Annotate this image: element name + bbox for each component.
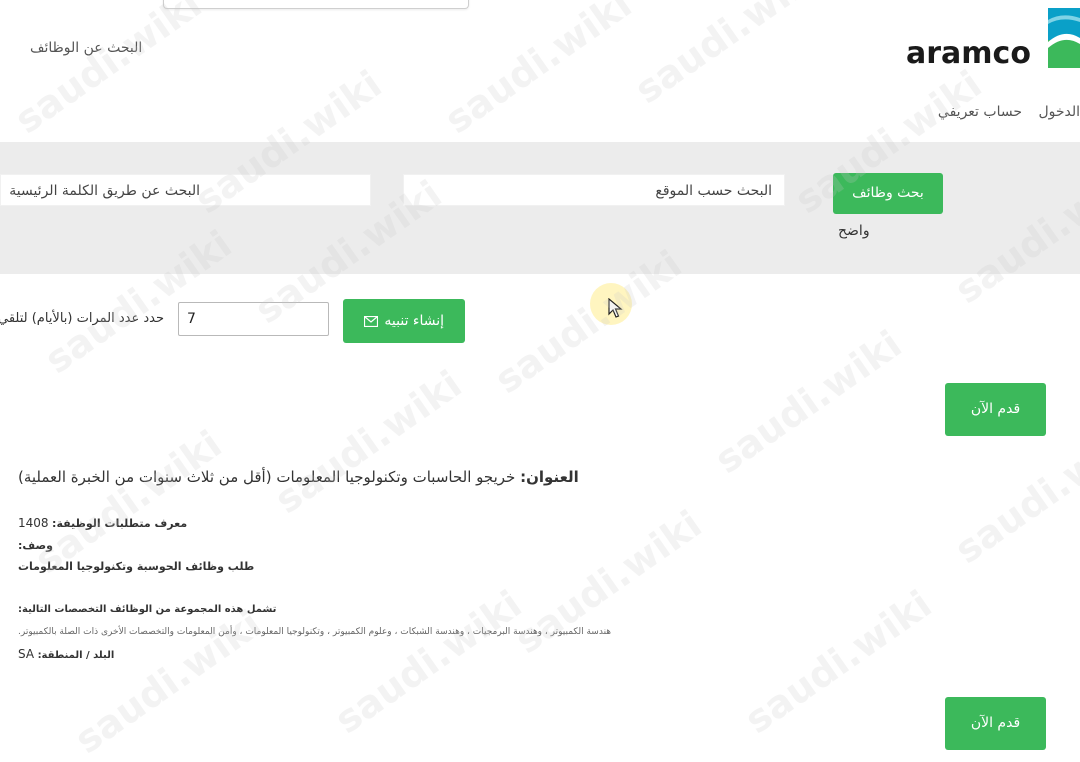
- location-search-input[interactable]: البحث حسب الموقع: [403, 174, 785, 206]
- watermark: saudi.wiki: [326, 581, 530, 743]
- includes-label: تشمل هذه المجموعة من الوظائف التخصصات ال…: [18, 604, 277, 615]
- aramco-logo[interactable]: aramco: [906, 8, 1080, 71]
- country-label: البلد / المنطقة:: [37, 650, 115, 661]
- profile-link[interactable]: حساب تعريفي: [938, 104, 1022, 120]
- job-country: البلد / المنطقة: SA: [18, 647, 114, 661]
- alert-frequency-label: حدد عدد المرات (بالأيام) لتلقي: [0, 311, 165, 326]
- top-nav: الدخول حساب تعريفي: [926, 104, 1080, 120]
- clear-link[interactable]: واضح: [838, 223, 870, 239]
- job-title[interactable]: العنوان: خريجو الحاسبات وتكنولوجيا المعل…: [18, 468, 579, 486]
- job-req-id: معرف متطلبات الوظيفة: 1408: [18, 516, 187, 530]
- aramco-logo-mark: [1048, 8, 1080, 68]
- top-dropdown[interactable]: [163, 0, 469, 9]
- logo-text: aramco: [906, 36, 1031, 71]
- create-alert-button[interactable]: إنشاء تنبيه: [343, 299, 465, 343]
- watermark: saudi.wiki: [6, 0, 210, 143]
- description-label: وصف:: [18, 539, 53, 552]
- job-title-label: العنوان:: [520, 468, 579, 486]
- job-search-link[interactable]: البحث عن الوظائف: [30, 40, 142, 56]
- keyword-search-input[interactable]: البحث عن طريق الكلمة الرئيسية: [0, 174, 371, 206]
- mouse-cursor-icon: [608, 298, 623, 318]
- envelope-icon: [363, 315, 379, 327]
- create-alert-label: إنشاء تنبيه: [384, 313, 445, 329]
- watermark: saudi.wiki: [26, 421, 230, 583]
- job-title-text: خريجو الحاسبات وتكنولوجيا المعلومات (أقل…: [18, 468, 516, 486]
- watermark: saudi.wiki: [506, 501, 710, 663]
- watermark: saudi.wiki: [436, 0, 640, 143]
- watermark: saudi.wiki: [736, 581, 940, 743]
- watermark: saudi.wiki: [626, 0, 830, 113]
- req-id-label: معرف متطلبات الوظيفة:: [52, 517, 188, 530]
- login-link[interactable]: الدخول: [1038, 104, 1080, 120]
- apply-now-button[interactable]: قدم الآن: [945, 383, 1046, 436]
- watermark: saudi.wiki: [706, 321, 910, 483]
- country-value: SA: [18, 647, 35, 661]
- apply-now-button-2[interactable]: قدم الآن: [945, 697, 1046, 750]
- job-description: طلب وظائف الحوسبة وتكنولوجيا المعلومات: [18, 560, 255, 573]
- req-id-value: 1408: [18, 516, 49, 530]
- watermark: saudi.wiki: [66, 601, 270, 762]
- watermark: saudi.wiki: [266, 361, 470, 523]
- alert-frequency-input[interactable]: 7: [178, 302, 329, 336]
- includes-text: هندسة الكمبيوتر ، وهندسة البرمجيات ، وهن…: [18, 627, 612, 637]
- search-jobs-button[interactable]: بحث وظائف: [833, 173, 943, 214]
